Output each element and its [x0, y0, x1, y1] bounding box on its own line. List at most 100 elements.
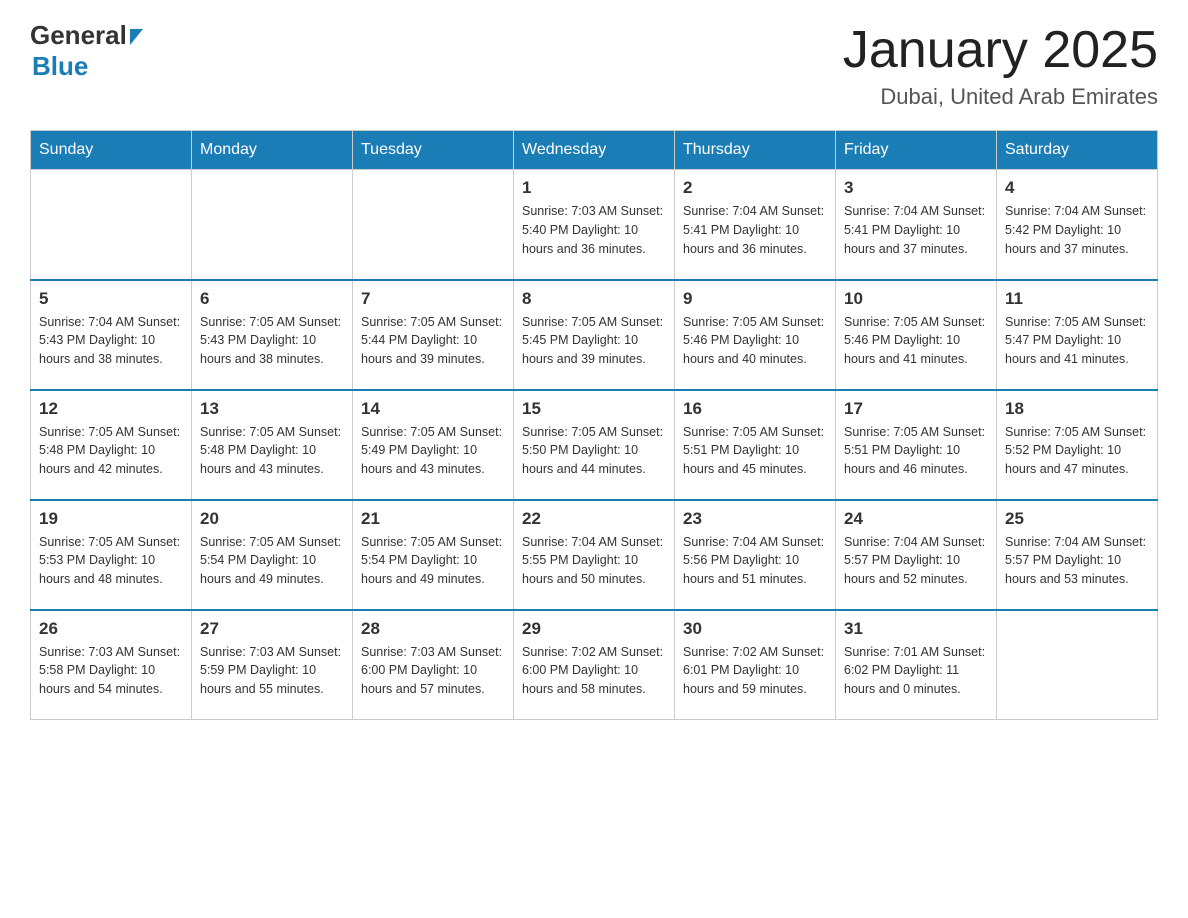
day-number: 29 — [522, 619, 666, 639]
calendar-cell: 1 Sunrise: 7:03 AM Sunset: 5:40 PM Daylig… — [514, 170, 675, 280]
calendar-cell: 19Sunrise: 7:05 AM Sunset: 5:53 PM Dayli… — [31, 500, 192, 610]
day-number: 12 — [39, 399, 183, 419]
title-section: January 2025 Dubai, United Arab Emirates — [843, 20, 1158, 110]
calendar-cell — [997, 610, 1158, 720]
day-info: Sunrise: 7:05 AM Sunset: 5:43 PM Dayligh… — [200, 313, 344, 369]
header-thursday: Thursday — [675, 131, 836, 170]
logo: General Blue — [30, 20, 143, 82]
day-number: 31 — [844, 619, 988, 639]
logo-blue-text: Blue — [32, 51, 143, 82]
day-info: Sunrise: 7:05 AM Sunset: 5:50 PM Dayligh… — [522, 423, 666, 479]
calendar-cell: 25 Sunrise: 7:04 AM Sunset: 5:57 PM Dayli… — [997, 500, 1158, 610]
day-number: 14 — [361, 399, 505, 419]
calendar-cell: 14 Sunrise: 7:05 AM Sunset: 5:49 PM Dayli… — [353, 390, 514, 500]
day-number: 25 — [1005, 509, 1149, 529]
week-row-4: 19Sunrise: 7:05 AM Sunset: 5:53 PM Dayli… — [31, 500, 1158, 610]
header-tuesday: Tuesday — [353, 131, 514, 170]
day-number: 20 — [200, 509, 344, 529]
page-header: General Blue January 2025 Dubai, United … — [30, 20, 1158, 110]
day-number: 16 — [683, 399, 827, 419]
day-number: 13 — [200, 399, 344, 419]
day-number: 10 — [844, 289, 988, 309]
day-info: Sunrise: 7:05 AM Sunset: 5:46 PM Dayligh… — [844, 313, 988, 369]
day-info: Sunrise: 7:05 AM Sunset: 5:51 PM Dayligh… — [844, 423, 988, 479]
calendar-table: SundayMondayTuesdayWednesdayThursdayFrid… — [30, 130, 1158, 720]
day-number: 30 — [683, 619, 827, 639]
calendar-cell: 11 Sunrise: 7:05 AM Sunset: 5:47 PM Dayli… — [997, 280, 1158, 390]
day-info: Sunrise: 7:05 AM Sunset: 5:48 PM Dayligh… — [39, 423, 183, 479]
calendar-cell: 30Sunrise: 7:02 AM Sunset: 6:01 PM Dayli… — [675, 610, 836, 720]
calendar-cell: 10 Sunrise: 7:05 AM Sunset: 5:46 PM Dayli… — [836, 280, 997, 390]
day-info: Sunrise: 7:04 AM Sunset: 5:57 PM Dayligh… — [1005, 533, 1149, 589]
calendar-cell: 23 Sunrise: 7:04 AM Sunset: 5:56 PM Dayli… — [675, 500, 836, 610]
day-info: Sunrise: 7:05 AM Sunset: 5:46 PM Dayligh… — [683, 313, 827, 369]
calendar-cell: 12 Sunrise: 7:05 AM Sunset: 5:48 PM Dayli… — [31, 390, 192, 500]
day-number: 24 — [844, 509, 988, 529]
calendar-cell: 2 Sunrise: 7:04 AM Sunset: 5:41 PM Daylig… — [675, 170, 836, 280]
calendar-cell — [192, 170, 353, 280]
logo-arrow-icon — [130, 29, 143, 45]
day-info: Sunrise: 7:03 AM Sunset: 5:40 PM Dayligh… — [522, 202, 666, 258]
calendar-cell: 27 Sunrise: 7:03 AM Sunset: 5:59 PM Dayli… — [192, 610, 353, 720]
day-info: Sunrise: 7:05 AM Sunset: 5:53 PM Dayligh… — [39, 533, 183, 589]
week-row-3: 12 Sunrise: 7:05 AM Sunset: 5:48 PM Dayli… — [31, 390, 1158, 500]
day-number: 1 — [522, 178, 666, 198]
calendar-cell: 20 Sunrise: 7:05 AM Sunset: 5:54 PM Dayli… — [192, 500, 353, 610]
day-info: Sunrise: 7:03 AM Sunset: 5:59 PM Dayligh… — [200, 643, 344, 699]
day-info: Sunrise: 7:05 AM Sunset: 5:51 PM Dayligh… — [683, 423, 827, 479]
day-info: Sunrise: 7:05 AM Sunset: 5:49 PM Dayligh… — [361, 423, 505, 479]
day-info: Sunrise: 7:04 AM Sunset: 5:42 PM Dayligh… — [1005, 202, 1149, 258]
day-number: 3 — [844, 178, 988, 198]
calendar-cell: 24 Sunrise: 7:04 AM Sunset: 5:57 PM Dayli… — [836, 500, 997, 610]
day-number: 18 — [1005, 399, 1149, 419]
day-info: Sunrise: 7:05 AM Sunset: 5:52 PM Dayligh… — [1005, 423, 1149, 479]
day-info: Sunrise: 7:04 AM Sunset: 5:41 PM Dayligh… — [844, 202, 988, 258]
header-row: SundayMondayTuesdayWednesdayThursdayFrid… — [31, 131, 1158, 170]
calendar-cell: 8Sunrise: 7:05 AM Sunset: 5:45 PM Daylig… — [514, 280, 675, 390]
week-row-2: 5Sunrise: 7:04 AM Sunset: 5:43 PM Daylig… — [31, 280, 1158, 390]
calendar-body: 1 Sunrise: 7:03 AM Sunset: 5:40 PM Daylig… — [31, 170, 1158, 720]
day-number: 22 — [522, 509, 666, 529]
day-info: Sunrise: 7:05 AM Sunset: 5:47 PM Dayligh… — [1005, 313, 1149, 369]
calendar-header: SundayMondayTuesdayWednesdayThursdayFrid… — [31, 131, 1158, 170]
day-info: Sunrise: 7:03 AM Sunset: 5:58 PM Dayligh… — [39, 643, 183, 699]
header-wednesday: Wednesday — [514, 131, 675, 170]
calendar-cell: 31 Sunrise: 7:01 AM Sunset: 6:02 PM Dayli… — [836, 610, 997, 720]
day-info: Sunrise: 7:01 AM Sunset: 6:02 PM Dayligh… — [844, 643, 988, 699]
calendar-cell: 9 Sunrise: 7:05 AM Sunset: 5:46 PM Daylig… — [675, 280, 836, 390]
page-subtitle: Dubai, United Arab Emirates — [843, 84, 1158, 110]
day-info: Sunrise: 7:04 AM Sunset: 5:41 PM Dayligh… — [683, 202, 827, 258]
week-row-5: 26Sunrise: 7:03 AM Sunset: 5:58 PM Dayli… — [31, 610, 1158, 720]
calendar-cell: 13Sunrise: 7:05 AM Sunset: 5:48 PM Dayli… — [192, 390, 353, 500]
day-info: Sunrise: 7:05 AM Sunset: 5:44 PM Dayligh… — [361, 313, 505, 369]
week-row-1: 1 Sunrise: 7:03 AM Sunset: 5:40 PM Daylig… — [31, 170, 1158, 280]
header-sunday: Sunday — [31, 131, 192, 170]
day-number: 11 — [1005, 289, 1149, 309]
calendar-cell: 7Sunrise: 7:05 AM Sunset: 5:44 PM Daylig… — [353, 280, 514, 390]
header-saturday: Saturday — [997, 131, 1158, 170]
calendar-cell: 28 Sunrise: 7:03 AM Sunset: 6:00 PM Dayli… — [353, 610, 514, 720]
calendar-cell: 16 Sunrise: 7:05 AM Sunset: 5:51 PM Dayli… — [675, 390, 836, 500]
header-monday: Monday — [192, 131, 353, 170]
header-friday: Friday — [836, 131, 997, 170]
calendar-cell: 15Sunrise: 7:05 AM Sunset: 5:50 PM Dayli… — [514, 390, 675, 500]
day-number: 28 — [361, 619, 505, 639]
day-info: Sunrise: 7:04 AM Sunset: 5:43 PM Dayligh… — [39, 313, 183, 369]
day-number: 17 — [844, 399, 988, 419]
day-info: Sunrise: 7:05 AM Sunset: 5:54 PM Dayligh… — [200, 533, 344, 589]
day-info: Sunrise: 7:05 AM Sunset: 5:54 PM Dayligh… — [361, 533, 505, 589]
day-info: Sunrise: 7:04 AM Sunset: 5:57 PM Dayligh… — [844, 533, 988, 589]
day-number: 6 — [200, 289, 344, 309]
day-info: Sunrise: 7:03 AM Sunset: 6:00 PM Dayligh… — [361, 643, 505, 699]
calendar-cell: 3 Sunrise: 7:04 AM Sunset: 5:41 PM Daylig… — [836, 170, 997, 280]
day-number: 27 — [200, 619, 344, 639]
calendar-cell: 29 Sunrise: 7:02 AM Sunset: 6:00 PM Dayli… — [514, 610, 675, 720]
calendar-cell: 22Sunrise: 7:04 AM Sunset: 5:55 PM Dayli… — [514, 500, 675, 610]
day-info: Sunrise: 7:04 AM Sunset: 5:56 PM Dayligh… — [683, 533, 827, 589]
day-number: 23 — [683, 509, 827, 529]
calendar-cell — [31, 170, 192, 280]
day-number: 2 — [683, 178, 827, 198]
day-number: 4 — [1005, 178, 1149, 198]
day-number: 9 — [683, 289, 827, 309]
day-info: Sunrise: 7:02 AM Sunset: 6:00 PM Dayligh… — [522, 643, 666, 699]
